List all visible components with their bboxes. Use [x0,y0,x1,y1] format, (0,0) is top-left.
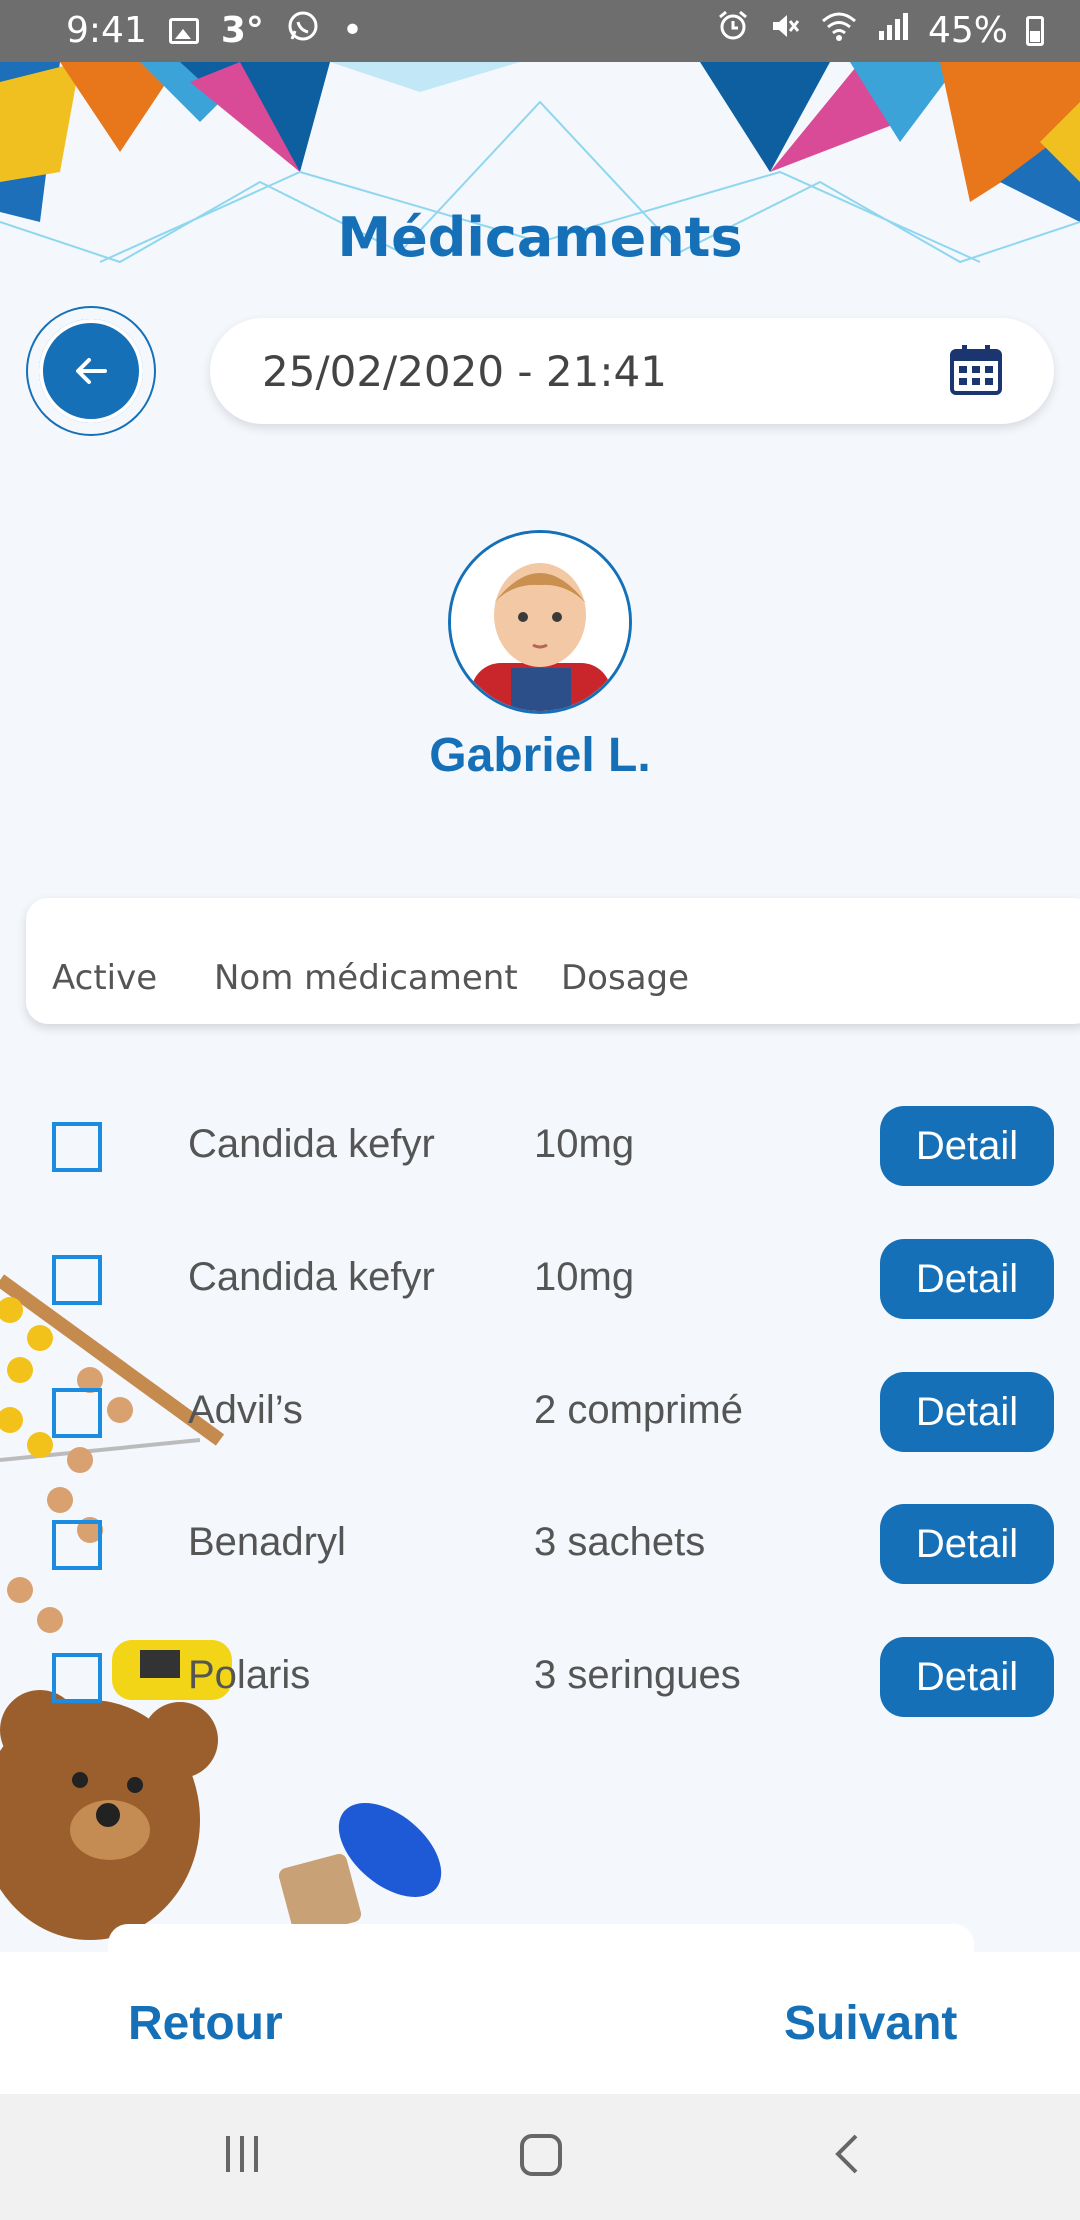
active-checkbox[interactable] [52,1255,102,1305]
retour-button[interactable]: Retour [128,1996,283,2051]
detail-button[interactable]: Detail [880,1239,1054,1319]
recent-apps-icon[interactable] [220,2132,264,2181]
medication-name: Candida kefyr [188,1255,435,1299]
arrow-left-icon [76,358,107,384]
suivant-button[interactable]: Suivant [784,1996,957,2051]
back-button-circle [39,319,143,423]
detail-button[interactable]: Detail [880,1372,1054,1452]
medication-dosage: 10mg [534,1255,635,1299]
child-avatar [448,530,632,714]
image-icon [168,17,199,44]
medication-dosage: 2 comprimé [534,1388,743,1432]
table-row: Candida kefyr 10mg Detail [0,1098,1080,1188]
wifi-icon [820,9,858,52]
detail-button[interactable]: Detail [880,1106,1054,1186]
medication-dosage: 10mg [534,1122,635,1166]
table-row: Benadryl 3 sachets Detail [0,1496,1080,1586]
active-checkbox[interactable] [52,1122,102,1172]
mute-icon [768,9,802,52]
home-icon[interactable] [518,2132,564,2183]
bottom-action-bar: Retour Suivant [0,1952,1080,2094]
active-checkbox[interactable] [52,1520,102,1570]
table-header: Active Nom médicament Dosage [26,898,1080,1024]
detail-button[interactable]: Detail [880,1504,1054,1584]
status-temperature: 3° [220,10,264,51]
page-title: Médicaments [337,206,743,269]
column-header-active: Active [52,958,158,998]
dot-icon: • [341,10,364,51]
column-header-name: Nom médicament [214,958,518,998]
medication-name: Benadryl [188,1520,346,1564]
signal-icon [876,9,910,52]
table-row: Candida kefyr 10mg Detail [0,1231,1080,1321]
active-checkbox[interactable] [52,1388,102,1438]
medication-name: Advil’s [188,1388,303,1432]
calendar-icon[interactable] [948,341,1004,402]
whatsapp-icon [286,9,320,52]
back-nav-icon[interactable] [826,2132,870,2181]
date-value: 25/02/2020 - 21:41 [262,346,667,396]
status-time: 9:41 [66,10,147,51]
battery-percent: 45% [927,10,1008,51]
active-checkbox[interactable] [52,1653,102,1703]
medication-dosage: 3 seringues [534,1653,741,1697]
medication-name: Candida kefyr [188,1122,435,1166]
medication-name: Polaris [188,1653,311,1697]
detail-button[interactable]: Detail [880,1637,1054,1717]
date-field[interactable]: 25/02/2020 - 21:41 [210,318,1054,424]
battery-icon [1026,15,1044,46]
table-row: Polaris 3 seringues Detail [0,1629,1080,1719]
back-button[interactable] [26,306,156,436]
child-name: Gabriel L. [429,729,651,782]
system-navigation-bar [0,2094,1080,2220]
alarm-icon [716,9,750,52]
medication-dosage: 3 sachets [534,1520,706,1564]
status-bar: 9:41 3° • 45% [0,0,1080,62]
column-header-dosage: Dosage [561,958,690,998]
table-row: Advil’s 2 comprimé Detail [0,1364,1080,1454]
